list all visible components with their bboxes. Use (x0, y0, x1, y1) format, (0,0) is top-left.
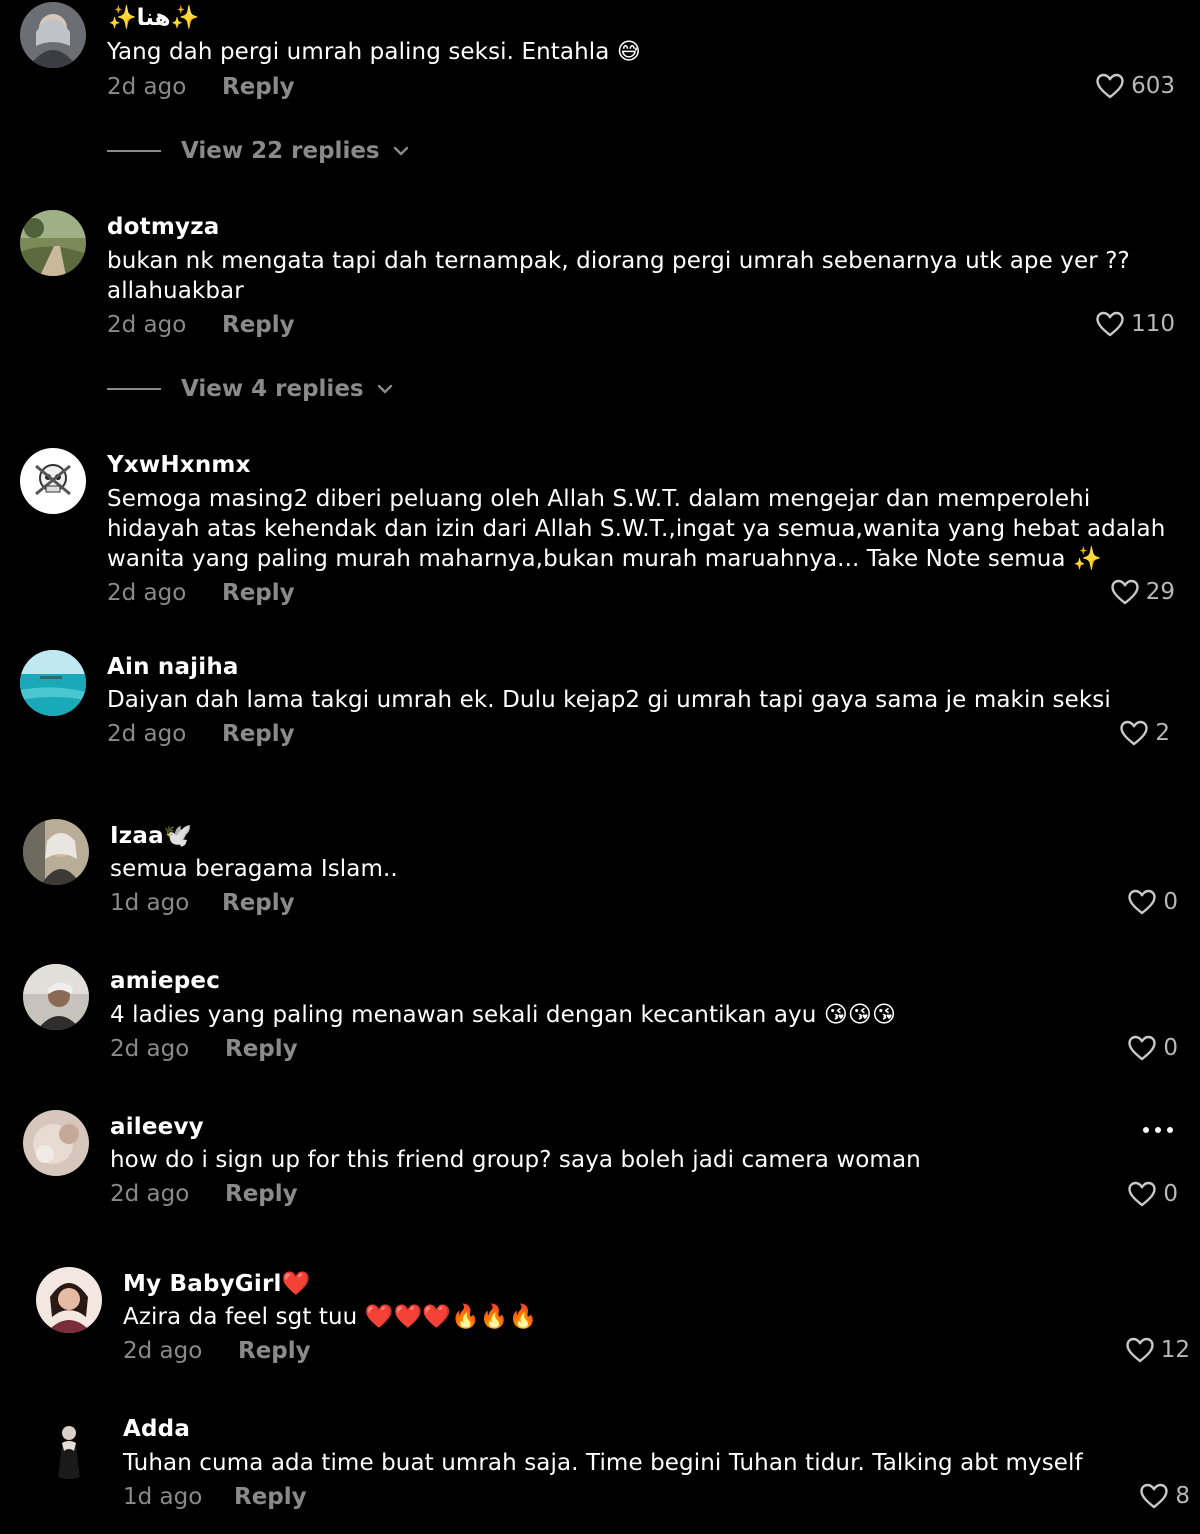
timestamp: 1d ago (110, 890, 190, 916)
like-button[interactable]: 110 (1095, 310, 1175, 338)
like-button[interactable]: 8 (1139, 1482, 1190, 1510)
reply-button[interactable]: Reply (225, 1181, 298, 1207)
reply-button[interactable]: Reply (222, 890, 295, 916)
reply-button[interactable]: Reply (222, 580, 295, 606)
like-count: 2 (1155, 720, 1170, 746)
view-replies-button[interactable]: View 4 replies (107, 376, 394, 402)
like-button[interactable]: 0 (1127, 1034, 1178, 1062)
like-count: 0 (1163, 1181, 1178, 1207)
username[interactable]: YxwHxnmx (107, 452, 251, 478)
timestamp: 2d ago (110, 1181, 190, 1207)
timestamp: 1d ago (123, 1484, 203, 1510)
avatar[interactable] (20, 650, 86, 716)
username[interactable]: Adda (123, 1416, 190, 1442)
timestamp: 2d ago (107, 312, 187, 338)
username[interactable]: amiepec (110, 968, 220, 994)
like-button[interactable]: 29 (1110, 578, 1175, 606)
avatar[interactable] (23, 964, 89, 1030)
like-count: 12 (1160, 1337, 1190, 1363)
heart-outline-icon (1096, 73, 1124, 99)
heart-outline-icon (1140, 1483, 1169, 1509)
heart-outline-icon (1128, 1181, 1157, 1207)
like-count: 0 (1163, 1035, 1178, 1061)
reply-button[interactable]: Reply (222, 721, 295, 747)
avatar[interactable] (20, 448, 86, 514)
like-count: 8 (1175, 1483, 1190, 1509)
username[interactable]: ✨هنا✨ (108, 4, 199, 31)
reply-button[interactable]: Reply (238, 1338, 311, 1364)
avatar[interactable] (23, 819, 89, 885)
like-count: 29 (1145, 579, 1175, 605)
view-replies-label: View 4 replies (181, 376, 364, 402)
avatar[interactable] (20, 210, 86, 276)
avatar[interactable] (20, 2, 86, 68)
timestamp: 2d ago (123, 1338, 203, 1364)
username[interactable]: Ain najiha (107, 654, 239, 680)
comment-text: Daiyan dah lama takgi umrah ek. Dulu kej… (107, 687, 1111, 713)
divider (107, 388, 161, 390)
heart-outline-icon (1126, 1337, 1154, 1363)
reply-button[interactable]: Reply (225, 1036, 298, 1062)
timestamp: 2d ago (110, 1036, 190, 1062)
like-button[interactable]: 2 (1119, 719, 1170, 747)
more-horizontal-icon (1143, 1127, 1173, 1133)
view-replies-button[interactable]: View 22 replies (107, 138, 410, 164)
view-replies-label: View 22 replies (181, 138, 380, 164)
like-button[interactable]: 0 (1127, 888, 1178, 916)
comment-text: 4 ladies yang paling menawan sekali deng… (110, 1002, 897, 1028)
avatar[interactable] (23, 1110, 89, 1176)
reply-button[interactable]: Reply (234, 1484, 307, 1510)
like-count: 603 (1131, 73, 1175, 99)
username[interactable]: dotmyza (107, 214, 220, 240)
like-button[interactable]: 603 (1095, 72, 1175, 100)
heart-outline-icon (1111, 579, 1139, 605)
reply-button[interactable]: Reply (222, 74, 295, 100)
comment-text: Tuhan cuma ada time buat umrah saja. Tim… (123, 1450, 1083, 1476)
like-count: 110 (1131, 311, 1175, 337)
comment-text: semua beragama Islam.. (110, 856, 398, 882)
username[interactable]: Izaa🕊️ (110, 822, 193, 849)
like-button[interactable]: 12 (1125, 1336, 1190, 1364)
chevron-down-icon (393, 146, 408, 156)
avatar[interactable] (36, 1267, 102, 1333)
avatar[interactable] (36, 1413, 102, 1479)
comment-text: how do i sign up for this friend group? … (110, 1147, 921, 1173)
heart-outline-icon (1120, 720, 1149, 746)
comment-text: Yang dah pergi umrah paling seksi. Entah… (107, 39, 641, 65)
timestamp: 2d ago (107, 74, 187, 100)
heart-outline-icon (1096, 311, 1124, 337)
timestamp: 2d ago (107, 580, 187, 606)
comment-text: Azira da feel sgt tuu ❤️❤️❤️🔥🔥🔥 (123, 1304, 538, 1330)
comment-text: bukan nk mengata tapi dah ternampak, dio… (107, 248, 1130, 304)
heart-outline-icon (1128, 889, 1157, 915)
chevron-down-icon (377, 384, 392, 394)
comment-text: Semoga masing2 diberi peluang oleh Allah… (107, 486, 1166, 572)
username[interactable]: aileevy (110, 1114, 204, 1140)
more-options-button[interactable] (1140, 1120, 1176, 1144)
timestamp: 2d ago (107, 721, 187, 747)
like-count: 0 (1163, 889, 1178, 915)
divider (107, 150, 161, 152)
reply-button[interactable]: Reply (222, 312, 295, 338)
username[interactable]: My BabyGirl❤️ (123, 1270, 310, 1297)
like-button[interactable]: 0 (1127, 1180, 1178, 1208)
heart-outline-icon (1128, 1035, 1157, 1061)
